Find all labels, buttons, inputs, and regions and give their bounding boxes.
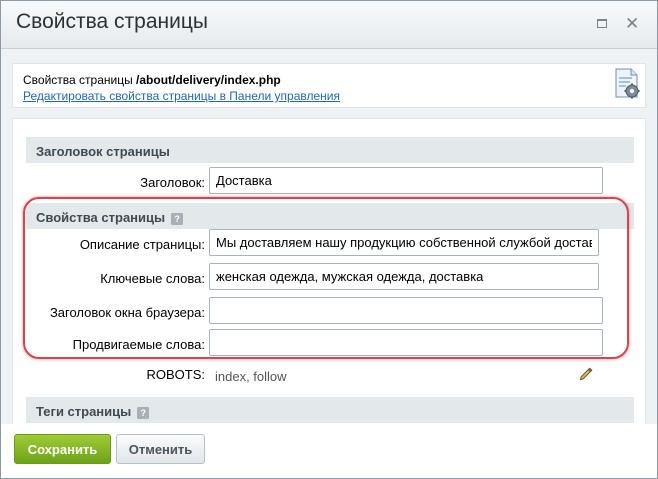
page-path-prefix: Свойства страницы [23, 73, 137, 87]
page-path: /about/delivery/index.php [136, 73, 281, 87]
page-path-line: Свойства страницы /about/delivery/index.… [23, 73, 281, 87]
edit-in-control-panel-link[interactable]: Редактировать свойства страницы в Панели… [23, 89, 340, 103]
edit-pencil-icon[interactable] [579, 367, 593, 381]
keywords-label: Ключевые слова: [100, 271, 205, 286]
section-page-properties: Свойства страницы? [26, 203, 634, 229]
page-info-box: Свойства страницы /about/delivery/index.… [12, 63, 646, 108]
section-page-header-title: Заголовок страницы [36, 144, 170, 159]
page-settings-icon [615, 68, 640, 99]
dialog-footer: Сохранить Отменить [1, 424, 657, 478]
help-icon[interactable]: ? [137, 406, 150, 419]
description-label: Описание страницы: [79, 237, 205, 252]
browser-title-label: Заголовок окна браузера: [49, 305, 205, 320]
page-properties-dialog: Свойства страницы ✕ Свойства страницы /a… [0, 0, 658, 479]
properties-panel: Заголовок страницы Заголовок: Свойства с… [12, 118, 646, 425]
browser-title-input[interactable] [209, 297, 603, 324]
promoted-words-input[interactable] [209, 329, 603, 356]
save-button[interactable]: Сохранить [14, 434, 111, 464]
promoted-words-label: Продвигаемые слова: [72, 337, 205, 352]
title-label: Заголовок: [140, 175, 205, 190]
section-page-tags: Теги страницы? [26, 397, 634, 423]
section-page-header: Заголовок страницы [26, 137, 634, 163]
robots-value: index, follow [215, 369, 287, 384]
dialog-content: Свойства страницы /about/delivery/index.… [1, 49, 657, 425]
page-title-input[interactable] [209, 167, 603, 194]
dialog-titlebar[interactable]: Свойства страницы ✕ [1, 1, 657, 49]
cancel-button[interactable]: Отменить [116, 434, 205, 464]
keywords-input[interactable] [209, 263, 599, 290]
maximize-icon[interactable] [597, 19, 607, 28]
dialog-title: Свойства страницы [16, 10, 208, 33]
help-icon[interactable]: ? [171, 212, 184, 225]
section-page-tags-title: Теги страницы [36, 404, 132, 419]
description-input[interactable] [209, 229, 599, 256]
robots-label: ROBOTS: [146, 367, 205, 382]
section-page-properties-title: Свойства страницы [36, 210, 166, 225]
close-icon[interactable]: ✕ [625, 14, 639, 34]
